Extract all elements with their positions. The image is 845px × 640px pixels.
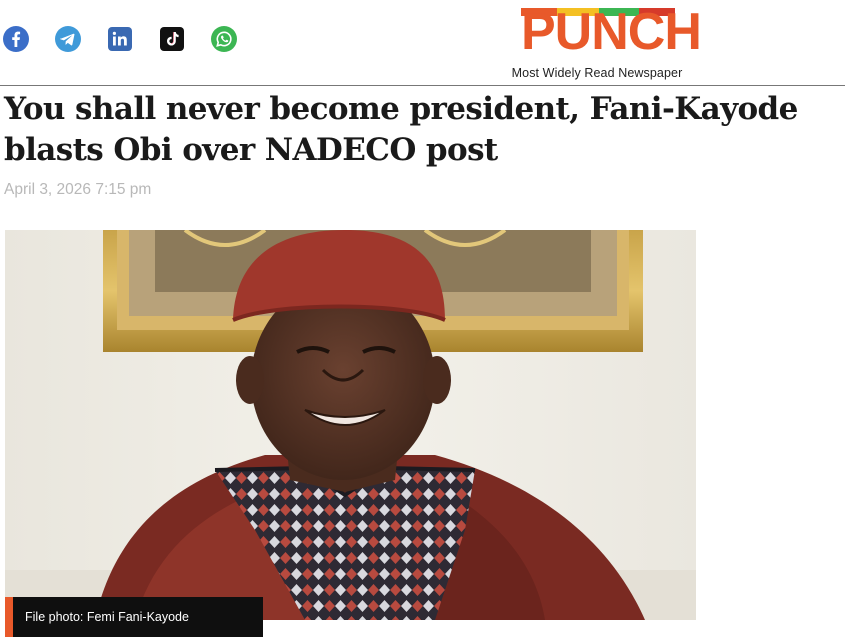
article-headline: You shall never become president, Fani-K… xyxy=(4,91,798,168)
tiktok-icon[interactable] xyxy=(160,27,184,51)
tagline: Most Widely Read Newspaper xyxy=(511,66,683,80)
telegram-icon[interactable] xyxy=(55,26,81,52)
facebook-icon[interactable] xyxy=(3,26,29,52)
logo-wordmark: PUNCH xyxy=(521,3,702,61)
share-bar xyxy=(0,26,261,52)
header-divider xyxy=(0,85,845,86)
article-photo xyxy=(5,230,696,620)
caption-text: File photo: Femi Fani-Kayode xyxy=(25,610,189,624)
brand-block: PUNCH Most Widely Read Newspaper xyxy=(508,6,702,80)
caption-accent-bar xyxy=(5,597,13,637)
linkedin-icon[interactable] xyxy=(108,27,132,51)
punch-logo[interactable]: PUNCH xyxy=(508,6,702,58)
photo-illustration xyxy=(5,230,696,620)
whatsapp-icon[interactable] xyxy=(211,26,237,52)
photo-caption: File photo: Femi Fani-Kayode xyxy=(5,597,263,637)
article-date: April 3, 2026 7:15 pm xyxy=(4,181,152,198)
